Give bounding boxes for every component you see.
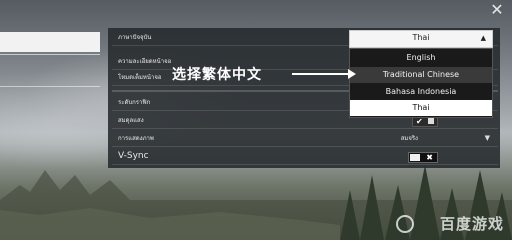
setting-row-vsync[interactable]: V-Sync ✖ bbox=[112, 149, 498, 165]
left-menu-divider bbox=[0, 86, 100, 87]
vsync-toggle[interactable]: ✖ bbox=[408, 152, 438, 163]
toggle-knob bbox=[410, 154, 420, 161]
setting-row-display[interactable]: การแสดงภาพ สมจริง ▼ bbox=[112, 131, 498, 147]
watermark: 百度游戏 bbox=[439, 215, 504, 233]
display-value: สมจริง bbox=[400, 135, 418, 142]
language-option-english[interactable]: English bbox=[350, 50, 492, 66]
language-options-list: English Traditional Chinese Bahasa Indon… bbox=[349, 48, 493, 118]
setting-label: ระดับกราฟิก bbox=[118, 99, 151, 106]
setting-label: V-Sync bbox=[118, 151, 149, 161]
toggle-box bbox=[428, 118, 434, 124]
annotation-arrow bbox=[292, 73, 350, 75]
language-current-value: Thai bbox=[412, 33, 430, 42]
left-menu-selected-item[interactable] bbox=[0, 32, 100, 52]
setting-label: การแสดงภาพ bbox=[118, 135, 154, 142]
language-select[interactable]: Thai ▲ bbox=[349, 30, 493, 48]
close-icon: ✖ bbox=[426, 153, 433, 162]
annotation-arrow-head bbox=[348, 69, 356, 79]
setting-label: โหมดเต็มหน้าจอ bbox=[118, 74, 162, 81]
language-option-traditional-chinese[interactable]: Traditional Chinese bbox=[350, 67, 492, 83]
language-option-bahasa-indonesia[interactable]: Bahasa Indonesia bbox=[350, 84, 492, 100]
watermark-logo-icon bbox=[396, 215, 414, 233]
setting-label: ภาษาปัจจุบัน bbox=[118, 34, 152, 41]
left-menu-divider bbox=[0, 54, 100, 55]
setting-label: ความละเอียดหน้าจอ bbox=[118, 58, 172, 65]
setting-label: สมดุลแสง bbox=[118, 117, 144, 124]
instruction-annotation: 选择繁体中文 bbox=[172, 67, 262, 83]
close-icon[interactable]: ✕ bbox=[490, 2, 504, 18]
language-option-thai[interactable]: Thai bbox=[350, 100, 492, 116]
chevron-up-icon: ▲ bbox=[480, 34, 486, 42]
chevron-down-icon[interactable]: ▼ bbox=[485, 131, 490, 146]
